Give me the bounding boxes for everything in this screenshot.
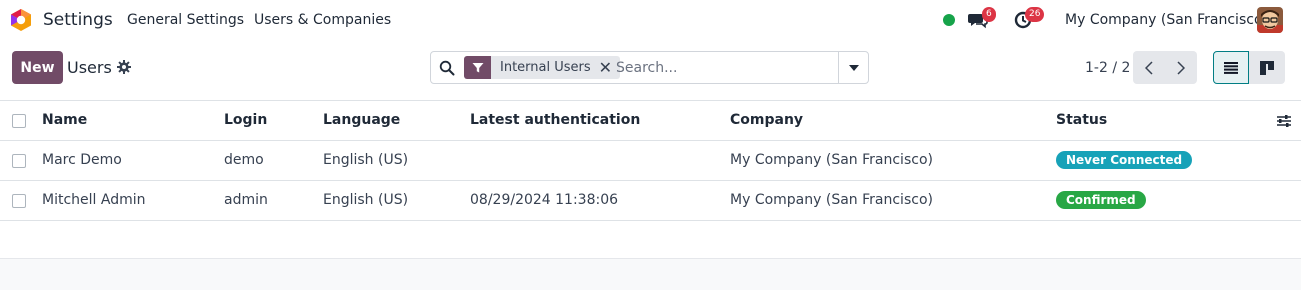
cell-company: My Company (San Francisco) bbox=[730, 152, 933, 168]
odoo-settings-logo-icon[interactable] bbox=[10, 8, 32, 32]
kanban-icon bbox=[1260, 60, 1274, 75]
top-navbar: Settings General Settings Users & Compan… bbox=[0, 0, 1301, 40]
cell-name: Mitchell Admin bbox=[42, 192, 146, 208]
table-row[interactable]: Mitchell Admin admin English (US) 08/29/… bbox=[0, 181, 1301, 221]
column-header-latest-authentication[interactable]: Latest authentication bbox=[470, 112, 640, 128]
search-icon[interactable] bbox=[439, 60, 455, 76]
optional-columns-sliders-icon[interactable] bbox=[1276, 113, 1292, 129]
cell-language: English (US) bbox=[323, 192, 409, 208]
user-avatar[interactable] bbox=[1257, 7, 1283, 33]
chevron-left-icon bbox=[1145, 60, 1153, 75]
facet-label: Internal Users bbox=[500, 60, 591, 75]
presence-status-dot bbox=[943, 14, 955, 26]
column-header-name[interactable]: Name bbox=[42, 112, 87, 128]
cell-name: Marc Demo bbox=[42, 152, 122, 168]
cell-login: demo bbox=[224, 152, 264, 168]
pager-value[interactable]: 1-2 / 2 bbox=[1085, 60, 1130, 76]
status-badge: Confirmed bbox=[1056, 191, 1146, 209]
search-bar: Internal Users ✕ bbox=[430, 51, 869, 84]
list-footer bbox=[0, 258, 1301, 290]
messages-badge: 6 bbox=[982, 7, 996, 22]
table-header-row: Name Login Language Latest authenticatio… bbox=[0, 101, 1301, 141]
chevron-right-icon bbox=[1177, 60, 1185, 75]
cell-company: My Company (San Francisco) bbox=[730, 192, 933, 208]
pager-previous-button[interactable] bbox=[1133, 51, 1165, 84]
row-checkbox[interactable] bbox=[12, 154, 26, 168]
gear-icon[interactable] bbox=[117, 60, 131, 74]
list-view-button[interactable] bbox=[1213, 51, 1249, 84]
cell-login: admin bbox=[224, 192, 268, 208]
search-panel-toggle[interactable] bbox=[838, 52, 868, 83]
app-name[interactable]: Settings bbox=[43, 10, 113, 30]
column-header-status[interactable]: Status bbox=[1056, 112, 1107, 128]
column-header-company[interactable]: Company bbox=[730, 112, 803, 128]
caret-down-icon bbox=[848, 64, 859, 71]
column-header-language[interactable]: Language bbox=[323, 112, 400, 128]
kanban-view-button[interactable] bbox=[1249, 51, 1285, 84]
search-input[interactable] bbox=[616, 57, 836, 79]
column-header-login[interactable]: Login bbox=[224, 112, 267, 128]
menu-users-companies[interactable]: Users & Companies bbox=[254, 12, 391, 28]
cell-latest-authentication: 08/29/2024 11:38:06 bbox=[470, 192, 619, 208]
menu-general-settings[interactable]: General Settings bbox=[127, 12, 244, 28]
breadcrumb-users: Users bbox=[67, 58, 112, 77]
activities-badge: 26 bbox=[1025, 7, 1045, 22]
select-all-checkbox[interactable] bbox=[12, 114, 26, 128]
pager-next-button[interactable] bbox=[1165, 51, 1197, 84]
status-badge: Never Connected bbox=[1056, 151, 1193, 169]
filter-icon bbox=[464, 56, 491, 79]
close-icon[interactable]: ✕ bbox=[599, 59, 612, 76]
table-row[interactable]: Marc Demo demo English (US) My Company (… bbox=[0, 141, 1301, 181]
new-button[interactable]: New bbox=[12, 51, 63, 84]
company-switcher[interactable]: My Company (San Francisco) bbox=[1065, 12, 1268, 28]
row-checkbox[interactable] bbox=[12, 194, 26, 208]
search-facet-internal-users: Internal Users ✕ bbox=[464, 56, 621, 79]
cell-language: English (US) bbox=[323, 152, 409, 168]
list-icon bbox=[1224, 61, 1238, 74]
